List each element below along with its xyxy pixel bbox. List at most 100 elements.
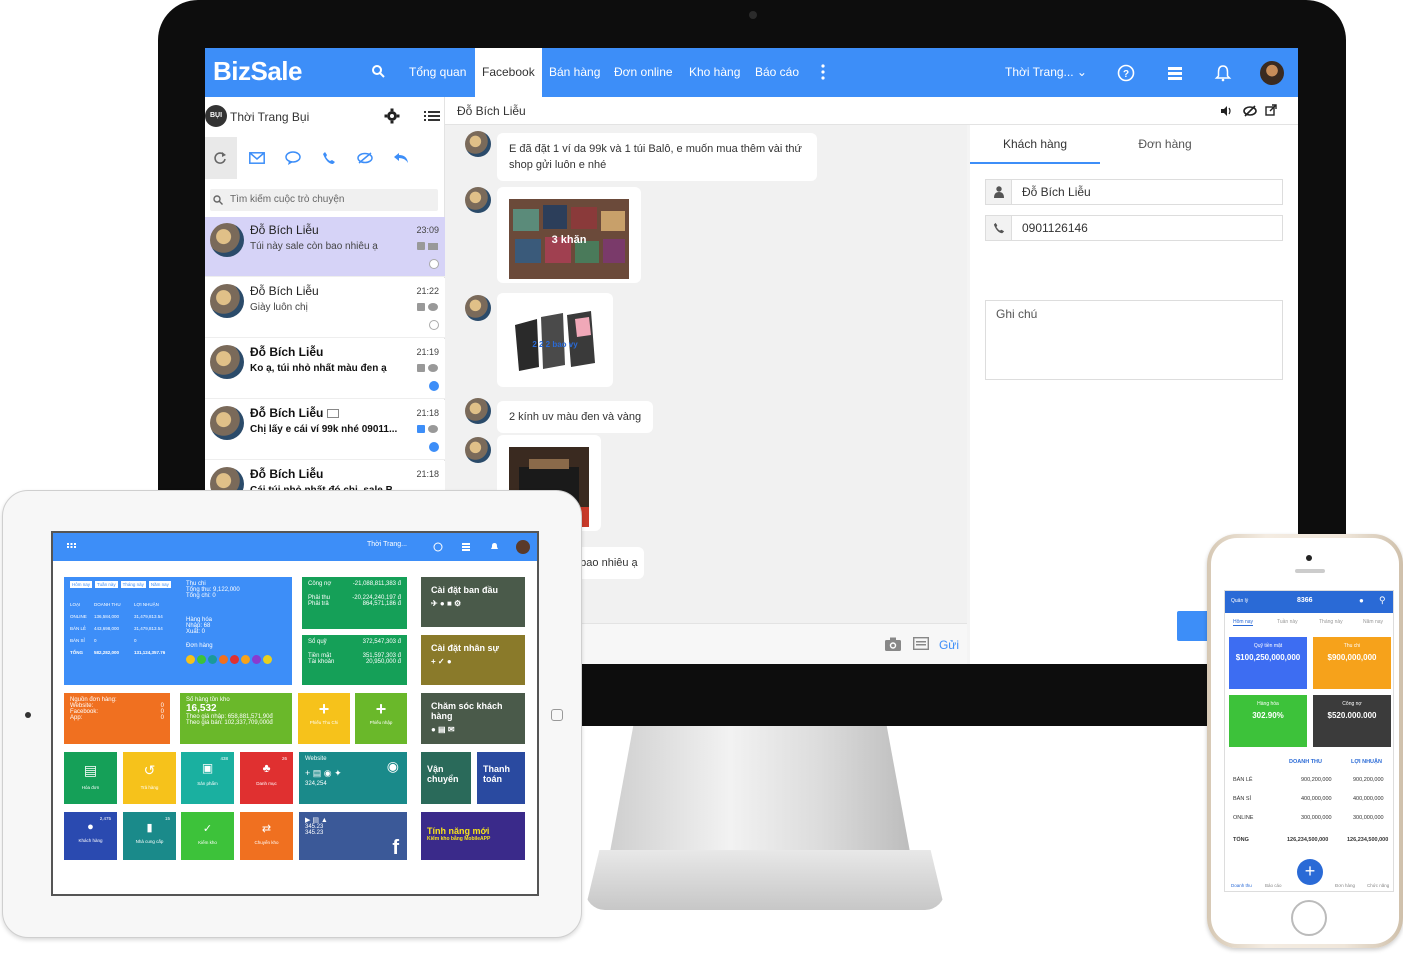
conversation-preview: Ko ạ, túi nhỏ nhất màu đen ạ: [250, 363, 387, 374]
store-selector[interactable]: Thời Trang...: [367, 541, 407, 548]
nav-facebook[interactable]: Facebook: [475, 48, 542, 97]
ton-kho-tile[interactable]: Số hàng tồn kho 16,532 Theo giá nhập: 65…: [180, 693, 292, 744]
tab-nam-nay[interactable]: Năm nay: [1363, 619, 1383, 625]
cong-no-tile[interactable]: Công nợ -21,088,811,383 đ Phải thu -20,224…: [302, 577, 407, 629]
conversation-search-input[interactable]: Tìm kiếm cuộc trò chuyện: [210, 189, 438, 211]
email-filter[interactable]: [241, 137, 273, 179]
nav-tong-quan[interactable]: Tổng quan: [403, 48, 472, 97]
tinh-nang-moi-tile[interactable]: Tính năng mới Kiểm kho bằng MobileAPP: [421, 812, 525, 860]
tab-khach-hang[interactable]: Khách hàng: [970, 125, 1100, 164]
nav-ban-hang[interactable]: Bán hàng: [543, 48, 606, 97]
conversation-item[interactable]: Đỗ Bích Liễu Ko ạ, túi nhỏ nhất màu đen …: [205, 339, 445, 399]
nav-bao-cao[interactable]: Báo cáo: [1265, 883, 1282, 888]
hoa-don-button[interactable]: ▤ Hóa đơn: [64, 752, 117, 804]
nav-kho-hang[interactable]: Kho hàng: [683, 48, 746, 97]
khach-hang-button[interactable]: 2,475 ● Khách hàng: [64, 812, 117, 860]
refresh-filter[interactable]: [205, 137, 237, 179]
nav-don-hang[interactable]: Đơn hàng: [1335, 883, 1355, 888]
bell-icon[interactable]: [490, 542, 499, 552]
conversation-item[interactable]: Đỗ Bích Liễu Giày luôn chị 21:22: [205, 278, 445, 338]
list-icon[interactable]: [461, 542, 471, 552]
tab-hom-nay[interactable]: Hôm nay: [70, 581, 93, 588]
thu-chi-tile[interactable]: Thu chi $900,000,000: [1313, 637, 1391, 689]
bell-icon[interactable]: [1214, 64, 1232, 82]
camera-icon[interactable]: [885, 637, 901, 651]
cai-dat-ban-dau-tile[interactable]: Cài đặt ban đầu ✈ ● ■ ⚙: [421, 577, 525, 627]
phieu-thu-chi-button[interactable]: + Phiếu Thu Chi: [298, 693, 350, 744]
tablet-camera: [25, 712, 31, 718]
app-logo[interactable]: BizSale: [213, 56, 303, 87]
image-caption: 3 khăn: [552, 234, 587, 246]
menu-list-icon[interactable]: [424, 110, 440, 122]
grid-menu-icon[interactable]: [67, 543, 76, 551]
phieu-nhap-button[interactable]: + Phiếu nhập: [355, 693, 407, 744]
add-button[interactable]: +: [1297, 859, 1323, 885]
conversation-item[interactable]: Đỗ Bích Liễu Túi này sale còn bao nhiêu …: [205, 217, 445, 277]
nguon-don-hang-tile[interactable]: Nguồn đơn hàng: Website: 0 Facebook: 0 App…: [64, 693, 170, 744]
nha-cung-cap-button[interactable]: 15 ▮ Nhà cung cấp: [123, 812, 176, 860]
nav-bao-cao[interactable]: Báo cáo: [749, 48, 805, 97]
nav-doanh-thu[interactable]: Doanh thu: [1231, 883, 1252, 888]
image-message[interactable]: 2 2 2 bao vy: [497, 293, 613, 387]
nav-chuc-nang[interactable]: Chức năng: [1367, 883, 1389, 888]
user-avatar[interactable]: [1260, 61, 1284, 85]
replied-filter[interactable]: [385, 137, 417, 179]
conversation-item[interactable]: Đỗ Bích Liễu Chị lấy e cái ví 99k nhé 09…: [205, 400, 445, 460]
help-icon[interactable]: [433, 542, 443, 552]
hang-hoa-tile[interactable]: Hàng hóa 302.90%: [1229, 695, 1307, 747]
phone-filter[interactable]: [313, 137, 345, 179]
store-selector[interactable]: Thời Trang... ⌄: [1005, 48, 1087, 97]
kiem-kho-button[interactable]: ✓ Kiểm kho: [181, 812, 234, 860]
comment-filter[interactable]: [277, 137, 309, 179]
sales-summary-tile[interactable]: Hôm nay Tuần này Tháng này Năm nay LOẠI D…: [64, 577, 180, 685]
help-icon[interactable]: ?: [1117, 64, 1135, 82]
search-icon[interactable]: [371, 64, 385, 78]
template-icon[interactable]: [913, 637, 929, 650]
cell: 131,124,357.76: [134, 650, 166, 655]
list-icon[interactable]: [1166, 64, 1184, 82]
external-link-icon[interactable]: [1265, 104, 1277, 116]
cham-soc-khach-hang-tile[interactable]: Chăm sóc khách hàng ● ▤ ✉: [421, 693, 525, 744]
hidden-filter[interactable]: [349, 137, 381, 179]
danh-muc-button[interactable]: 26 ♣ Danh mục: [240, 752, 293, 804]
quy-tien-mat-tile[interactable]: Quỹ tiền mặt $100,250,000,000: [1229, 637, 1307, 689]
tab-thang-nay[interactable]: Tháng này: [1319, 619, 1343, 625]
tile-value: $900,000,000: [1327, 653, 1377, 662]
more-vertical-icon[interactable]: [821, 64, 825, 80]
message-bubble: 2 kính uv màu đen và vàng: [497, 401, 654, 433]
so-quy-tile[interactable]: Sổ quỹ 372,547,303 đ Tiền mặt 351,597,303 …: [302, 635, 407, 685]
tab-tuan-nay[interactable]: Tuần này: [1277, 619, 1298, 625]
facebook-tile[interactable]: ▶ ▤ ▲ 345.23 345.23 f: [299, 812, 407, 860]
volume-icon[interactable]: [1220, 105, 1232, 117]
eye-slash-icon[interactable]: [1243, 105, 1257, 117]
envelope-icon: [249, 152, 265, 164]
store-id[interactable]: 8366: [1297, 597, 1313, 604]
bell-icon[interactable]: ●: [1359, 596, 1364, 605]
gear-icon[interactable]: [384, 108, 400, 124]
note-textarea[interactable]: Ghi chú: [985, 300, 1283, 380]
avatar: [465, 398, 491, 424]
thanh-toan-tile[interactable]: Thanh toán: [477, 752, 525, 804]
tab-don-hang[interactable]: Đơn hàng: [1100, 125, 1230, 164]
san-pham-button[interactable]: 438 ▣ Sản phẩm: [181, 752, 234, 804]
customer-phone-field[interactable]: 0901126146: [985, 215, 1283, 241]
search-icon[interactable]: ⚲: [1379, 595, 1386, 606]
cai-dat-nhan-su-tile[interactable]: Cài đặt nhân sự + ✓ ●: [421, 635, 525, 685]
van-chuyen-tile[interactable]: Vận chuyển: [421, 752, 471, 804]
nav-don-online[interactable]: Đơn online: [608, 48, 679, 97]
tab-thang-nay[interactable]: Tháng này: [120, 581, 146, 588]
chuyen-kho-button[interactable]: ⇄ Chuyển kho: [240, 812, 293, 860]
manage-menu[interactable]: Quản lý: [1231, 598, 1248, 604]
cong-no-tile[interactable]: Công nợ $520.000.000: [1313, 695, 1391, 747]
thu-chi-tile[interactable]: Thu chi Tổng thu: 9,122,000 Tổng chi: 0 …: [180, 577, 292, 685]
tab-hom-nay[interactable]: Hôm nay: [1233, 619, 1254, 626]
customer-name-field[interactable]: Đỗ Bích Liễu: [985, 179, 1283, 205]
user-avatar[interactable]: [516, 540, 530, 554]
tra-hang-button[interactable]: ↺ Trả hàng: [123, 752, 176, 804]
tab-tuan-nay[interactable]: Tuần này: [95, 581, 118, 588]
tab-nam-nay[interactable]: Năm nay: [148, 581, 171, 588]
send-button[interactable]: Gửi: [939, 638, 959, 652]
cell: 126,234,500,000: [1347, 837, 1389, 843]
image-message[interactable]: 3 khăn: [497, 187, 641, 283]
website-tile[interactable]: Website ◉ + ▤ ◉ ✦ 324,254: [299, 752, 407, 804]
